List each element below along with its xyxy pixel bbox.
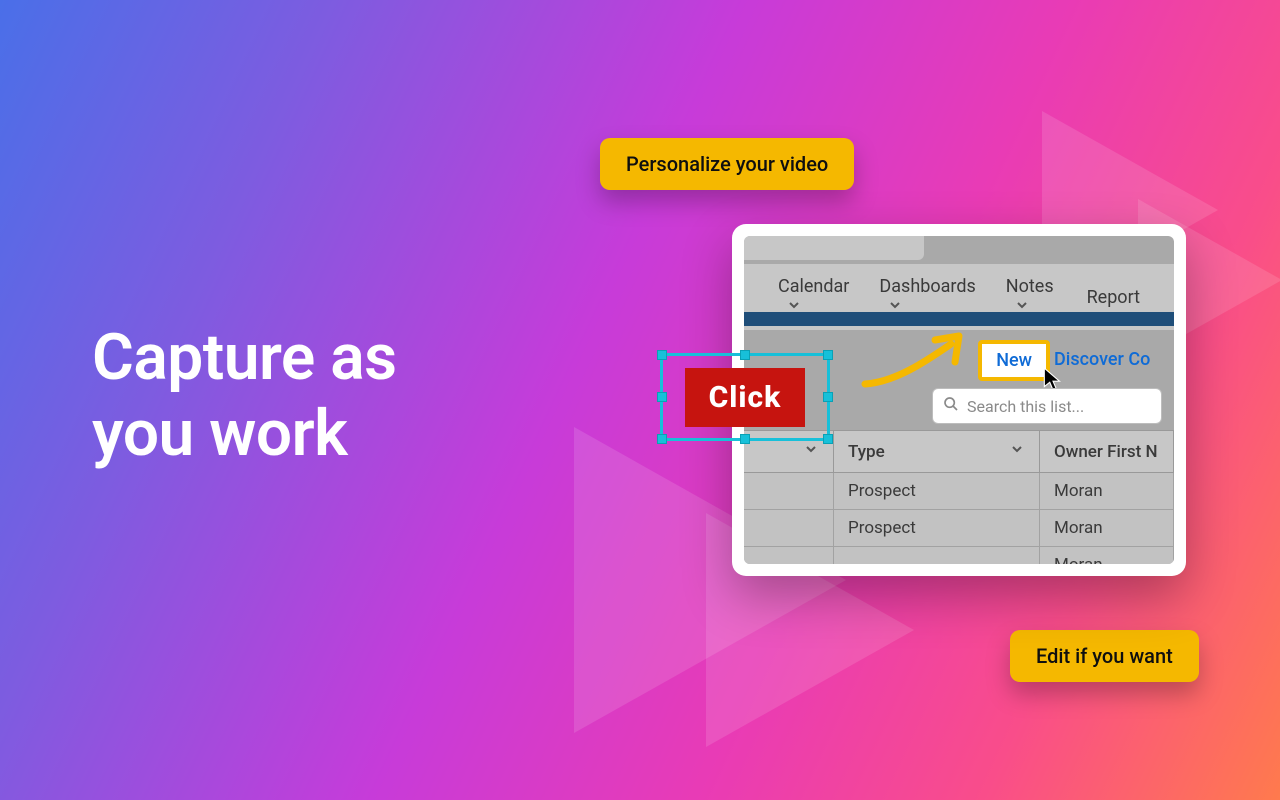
page-headline: Capture as you work (92, 320, 397, 471)
headline-line1: Capture as (92, 320, 397, 395)
cell-owner: Moran (1040, 473, 1174, 509)
resize-handle[interactable] (823, 392, 833, 402)
cell-type: Prospect (834, 473, 1040, 509)
search-placeholder: Search this list... (967, 397, 1084, 416)
nav-label: Calendar (778, 276, 849, 297)
data-table: Type Owner First N Prospect Moran Prospe… (744, 430, 1174, 564)
click-badge: Click (685, 368, 806, 427)
new-button-label: New (996, 350, 1032, 371)
click-annotation[interactable]: Click (660, 353, 830, 441)
cell-owner: Moran (1040, 547, 1174, 564)
arrow-annotation-icon (855, 322, 975, 406)
resize-handle[interactable] (823, 350, 833, 360)
callout-edit: Edit if you want (1010, 630, 1199, 682)
app-tab-stub (744, 236, 924, 260)
table-head-type[interactable]: Type (834, 431, 1040, 472)
cell-owner: Moran (1040, 510, 1174, 546)
nav-label: Notes (1006, 276, 1054, 297)
table-row[interactable]: Prospect Moran (744, 473, 1174, 510)
headline-line2: you work (92, 396, 347, 471)
nav-label: Report (1087, 287, 1140, 308)
discover-link[interactable]: Discover Co (1054, 349, 1174, 370)
resize-handle[interactable] (740, 434, 750, 444)
table-row[interactable]: Moran (744, 547, 1174, 564)
table-head-owner-first[interactable]: Owner First N (1040, 431, 1174, 472)
resize-handle[interactable] (657, 350, 667, 360)
table-row[interactable]: Prospect Moran (744, 510, 1174, 547)
th-label: Type (848, 442, 885, 462)
cell-type: Prospect (834, 510, 1040, 546)
discover-label: Discover Co (1054, 349, 1150, 370)
callout-personalize: Personalize your video (600, 138, 854, 190)
chevron-down-icon (1009, 441, 1025, 462)
nav-label: Dashboards (879, 276, 975, 297)
cell-type (834, 547, 1040, 564)
th-label: Owner First N (1054, 442, 1158, 462)
new-button[interactable]: New (978, 340, 1050, 381)
resize-handle[interactable] (657, 392, 667, 402)
resize-handle[interactable] (740, 350, 750, 360)
nav-item-reports[interactable]: Report (1087, 287, 1140, 308)
resize-handle[interactable] (657, 434, 667, 444)
chevron-down-icon (803, 441, 819, 462)
resize-handle[interactable] (823, 434, 833, 444)
